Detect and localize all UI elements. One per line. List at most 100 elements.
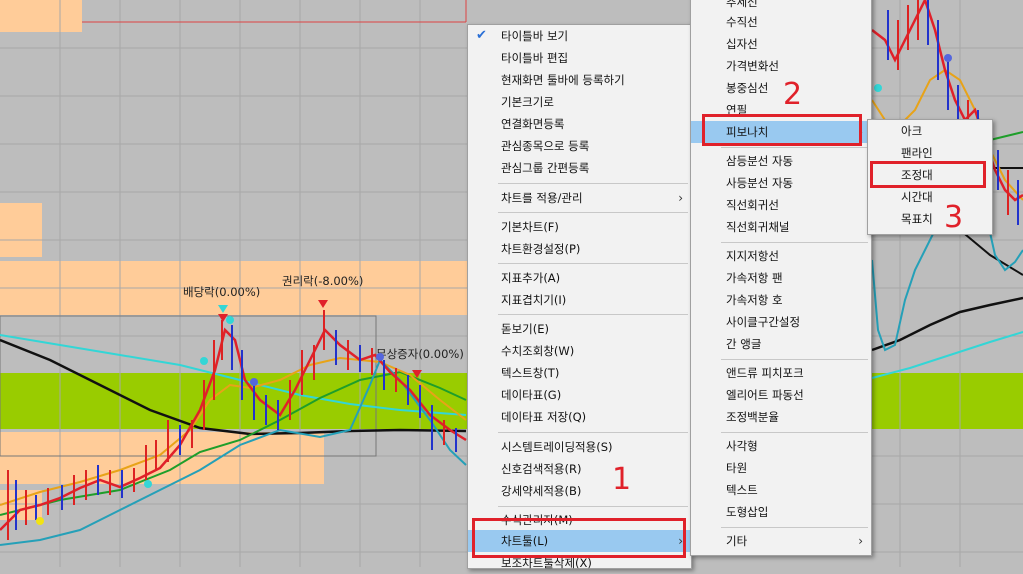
menu-separator [721, 147, 868, 148]
menu-item-label: 데이타표 저장(Q) [501, 410, 587, 424]
signal-marker [226, 316, 234, 324]
menu-separator [498, 263, 688, 264]
submenu-arrow-icon: › [858, 534, 863, 548]
menu-item-label: 가격변화선 [726, 59, 779, 73]
tool-speed-arc[interactable]: 가속저항 호 [691, 289, 871, 311]
highlight-box-chart-tools [472, 518, 686, 558]
menu-item-add-indicator[interactable]: 지표추가(A) [468, 267, 691, 289]
menu-item-label: 관심그룹 간편등록 [501, 161, 590, 175]
tool-vertical-line[interactable]: 수직선 [691, 11, 871, 33]
menu-item-chart-settings[interactable]: 차트환경설정(P) [468, 238, 691, 260]
menu-item-label: 수직선 [726, 15, 758, 29]
signal-marker [376, 353, 384, 361]
tool-other[interactable]: 기타 › [691, 530, 871, 552]
tool-support-resistance[interactable]: 지지저항선 [691, 245, 871, 267]
tool-insert-shape[interactable]: 도형삽입 [691, 501, 871, 523]
menu-separator [721, 432, 868, 433]
menu-item-label: 텍스트창(T) [501, 366, 560, 380]
tool-text[interactable]: 텍스트 [691, 479, 871, 501]
menu-item-label: 타이틀바 편집 [501, 51, 569, 65]
menu-item-linked-screen[interactable]: 연결화면등록 [468, 113, 691, 135]
bonus-issue-annotation: 무상증자(0.00%) [376, 347, 464, 361]
signal-marker [874, 84, 882, 92]
menu-item-label: 기본차트(F) [501, 220, 559, 234]
menu-separator [498, 432, 688, 433]
menu-item-register-toolbar[interactable]: 현재화면 툴바에 등록하기 [468, 69, 691, 91]
menu-item-label: 수치조회창(W) [501, 344, 575, 358]
menu-item-label: 데이타표(G) [501, 388, 562, 402]
menu-item-overlay-indicator[interactable]: 지표겹치기(I) [468, 289, 691, 311]
menu-item-label: 시간대 [901, 190, 933, 204]
signal-marker [36, 517, 44, 525]
menu-item-default-size[interactable]: 기본크기로 [468, 91, 691, 113]
menu-item-label: 사이클구간설정 [726, 315, 801, 329]
menu-item-basic-chart[interactable]: 기본차트(F) [468, 216, 691, 238]
menu-item-titlebar-edit[interactable]: 타이틀바 편집 [468, 47, 691, 69]
tool-linear-regression[interactable]: 직선회귀선 [691, 194, 871, 216]
menu-item-label: 지지저항선 [726, 249, 779, 263]
menu-item-label: 차트를 적용/관리 [501, 191, 583, 205]
menu-item-label: 강세약세적용(B) [501, 484, 582, 498]
menu-item-label: 사등분선 자동 [726, 176, 794, 190]
tool-rectangle[interactable]: 사각형 [691, 435, 871, 457]
tool-gann-angle[interactable]: 간 앵글 [691, 333, 871, 355]
step-number-3: 3 [944, 200, 964, 235]
menu-item-signal-search[interactable]: 신호검색적용(R) [468, 458, 691, 480]
tool-thirds-auto[interactable]: 삼등분선 자동 [691, 150, 871, 172]
rights-annotation: 권리락(-8.00%) [282, 274, 363, 288]
menu-item-quick-group[interactable]: 관심그룹 간편등록 [468, 157, 691, 179]
menu-item-label: 팬라인 [901, 146, 933, 160]
fib-arc[interactable]: 아크 [868, 120, 992, 142]
fib-time-zone[interactable]: 시간대 [868, 186, 992, 208]
menu-separator [721, 359, 868, 360]
submenu-arrow-icon: › [678, 191, 683, 205]
tool-andrews-pitchfork[interactable]: 앤드류 피치포크 [691, 362, 871, 384]
menu-item-label: 앤드류 피치포크 [726, 366, 804, 380]
fib-target[interactable]: 목표치 [868, 208, 992, 230]
menu-item-label: 보조차트툴삭제(X) [501, 556, 592, 570]
chart-context-menu: ✔ 타이틀바 보기 타이틀바 편집 현재화면 툴바에 등록하기 기본크기로 연결화… [467, 24, 692, 570]
menu-item-label: 현재화면 툴바에 등록하기 [501, 73, 625, 87]
menu-item-label: 십자선 [726, 37, 758, 51]
price-zone-band [0, 0, 82, 32]
menu-item-label: 돋보기(E) [501, 322, 549, 336]
menu-item-strength-apply[interactable]: 강세약세적용(B) [468, 480, 691, 502]
menu-item-value-window[interactable]: 수치조회창(W) [468, 340, 691, 362]
menu-item-label: 삼등분선 자동 [726, 154, 794, 168]
menu-item-data-table[interactable]: 데이타표(G) [468, 384, 691, 406]
tool-price-change-line[interactable]: 가격변화선 [691, 55, 871, 77]
menu-item-titlebar-show[interactable]: ✔ 타이틀바 보기 [468, 25, 691, 47]
menu-item-label: 기타 [726, 534, 748, 548]
menu-item-system-trading[interactable]: 시스템트레이딩적용(S) [468, 436, 691, 458]
menu-item-text-window[interactable]: 텍스트창(T) [468, 362, 691, 384]
dividend-annotation: 배당락(0.00%) [183, 285, 260, 299]
tool-ellipse[interactable]: 타원 [691, 457, 871, 479]
highlight-box-retracement [870, 161, 986, 188]
tool-crosshair[interactable]: 십자선 [691, 33, 871, 55]
tool-quarters-auto[interactable]: 사등분선 자동 [691, 172, 871, 194]
menu-item-add-watchlist[interactable]: 관심종목으로 등록 [468, 135, 691, 157]
tool-cycle-range[interactable]: 사이클구간설정 [691, 311, 871, 333]
menu-item-magnifier[interactable]: 돋보기(E) [468, 318, 691, 340]
menu-item-label: 기본크기로 [501, 95, 554, 109]
menu-item-label: 차트환경설정(P) [501, 242, 581, 256]
highlight-box-fibonacci [702, 114, 862, 146]
tool-retracement-percent[interactable]: 조정백분율 [691, 406, 871, 428]
menu-item-label: 가속저항 호 [726, 293, 783, 307]
signal-marker [250, 378, 258, 386]
signal-marker [200, 357, 208, 365]
tool-candle-center-line[interactable]: 봉중심선 [691, 77, 871, 99]
menu-separator [498, 212, 688, 213]
tool-regression-channel[interactable]: 직선회귀채널 [691, 216, 871, 238]
tool-elliott-wave[interactable]: 엘리어트 파동선 [691, 384, 871, 406]
tool-speed-fan[interactable]: 가속저항 팬 [691, 267, 871, 289]
menu-item-save-data-table[interactable]: 데이타표 저장(Q) [468, 406, 691, 428]
check-icon: ✔ [476, 28, 487, 43]
menu-separator [721, 242, 868, 243]
menu-item-label: 연결화면등록 [501, 117, 565, 131]
signal-marker [144, 480, 152, 488]
menu-item-chart-apply-manage[interactable]: 차트를 적용/관리 › [468, 187, 691, 209]
menu-item-label: 추세선 [726, 0, 758, 9]
menu-item-label: 지표겹치기(I) [501, 293, 567, 307]
signal-marker [944, 54, 952, 62]
